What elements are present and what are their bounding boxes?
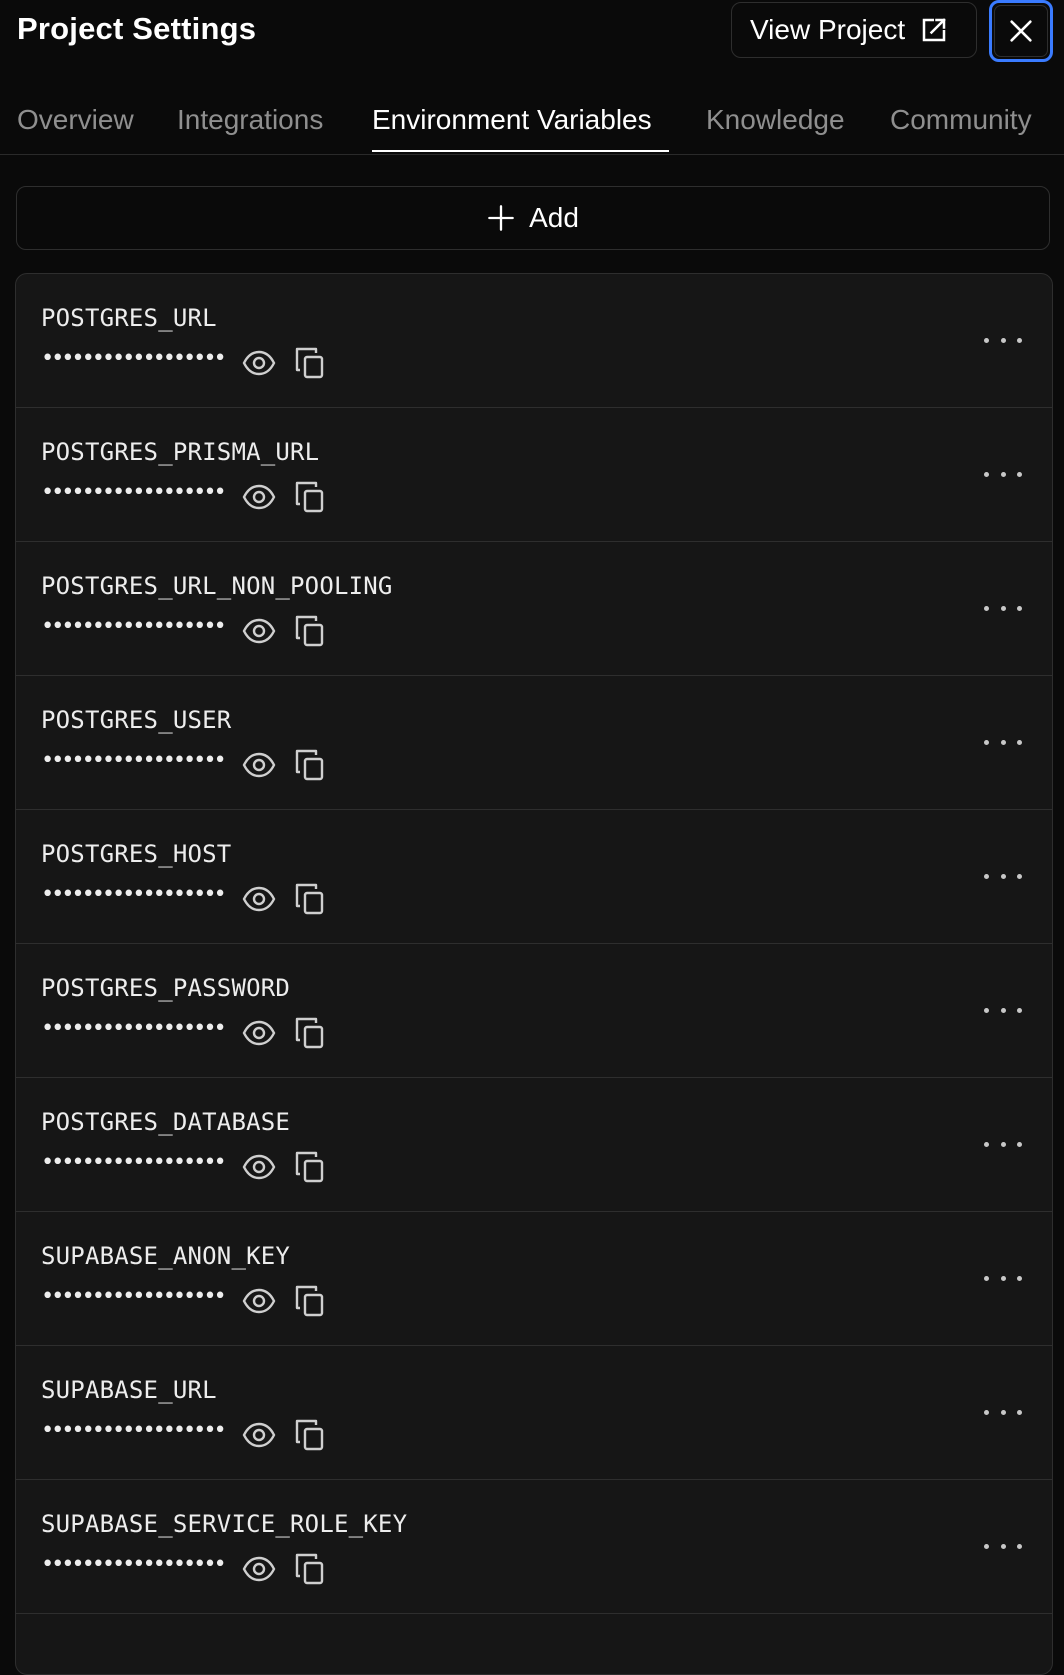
copy-icon[interactable] bbox=[294, 1150, 326, 1184]
more-horizontal-icon[interactable] bbox=[984, 460, 1022, 488]
masked-value: •••••••••••••••••• bbox=[41, 1284, 227, 1309]
variable-name: SUPABASE_URL bbox=[41, 1376, 217, 1404]
eye-icon[interactable] bbox=[242, 1420, 276, 1450]
tab-knowledge[interactable]: Knowledge bbox=[706, 104, 845, 136]
env-variable-row: POSTGRES_URL •••••••••••••••••• bbox=[16, 274, 1052, 408]
eye-icon[interactable] bbox=[242, 482, 276, 512]
eye-icon[interactable] bbox=[242, 616, 276, 646]
tab-overview[interactable]: Overview bbox=[17, 104, 134, 136]
copy-icon[interactable] bbox=[294, 480, 326, 514]
masked-value: •••••••••••••••••• bbox=[41, 882, 227, 907]
settings-tabs: Overview Integrations Environment Variab… bbox=[0, 96, 1064, 155]
more-horizontal-icon[interactable] bbox=[984, 1398, 1022, 1426]
more-horizontal-icon[interactable] bbox=[984, 1130, 1022, 1158]
variable-name: POSTGRES_USER bbox=[41, 706, 232, 734]
more-horizontal-icon[interactable] bbox=[984, 996, 1022, 1024]
env-variable-row: SUPABASE_SERVICE_ROLE_KEY ••••••••••••••… bbox=[16, 1480, 1052, 1614]
page-title: Project Settings bbox=[17, 11, 257, 46]
copy-icon[interactable] bbox=[294, 1016, 326, 1050]
copy-icon[interactable] bbox=[294, 1418, 326, 1452]
eye-icon[interactable] bbox=[242, 884, 276, 914]
variable-name: POSTGRES_HOST bbox=[41, 840, 232, 868]
variable-name: POSTGRES_URL bbox=[41, 304, 217, 332]
env-variable-row: POSTGRES_PRISMA_URL •••••••••••••••••• bbox=[16, 408, 1052, 542]
copy-icon[interactable] bbox=[294, 1552, 326, 1586]
tab-community[interactable]: Community bbox=[890, 104, 1032, 136]
copy-icon[interactable] bbox=[294, 1284, 326, 1318]
more-horizontal-icon[interactable] bbox=[984, 1532, 1022, 1560]
masked-value: •••••••••••••••••• bbox=[41, 1016, 227, 1041]
env-variable-list: POSTGRES_URL •••••••••••••••••• POSTGRES… bbox=[15, 273, 1053, 1675]
masked-value: •••••••••••••••••• bbox=[41, 480, 227, 505]
close-button[interactable] bbox=[989, 0, 1053, 62]
dialog-header: Project Settings View Project bbox=[0, 0, 1064, 62]
active-tab-indicator bbox=[372, 150, 669, 152]
tab-environment-variables[interactable]: Environment Variables bbox=[372, 104, 652, 136]
eye-icon[interactable] bbox=[242, 1018, 276, 1048]
env-variable-row: POSTGRES_DATABASE •••••••••••••••••• bbox=[16, 1078, 1052, 1212]
env-variable-row: POSTGRES_USER •••••••••••••••••• bbox=[16, 676, 1052, 810]
env-variable-row: SUPABASE_ANON_KEY •••••••••••••••••• bbox=[16, 1212, 1052, 1346]
masked-value: •••••••••••••••••• bbox=[41, 1418, 227, 1443]
masked-value: •••••••••••••••••• bbox=[41, 1150, 227, 1175]
variable-name: SUPABASE_SERVICE_ROLE_KEY bbox=[41, 1510, 408, 1538]
external-link-icon bbox=[922, 18, 946, 42]
close-icon bbox=[1010, 20, 1032, 42]
more-horizontal-icon[interactable] bbox=[984, 594, 1022, 622]
more-horizontal-icon[interactable] bbox=[984, 1264, 1022, 1292]
add-button-label: Add bbox=[529, 202, 579, 233]
more-horizontal-icon[interactable] bbox=[984, 862, 1022, 890]
more-horizontal-icon[interactable] bbox=[984, 326, 1022, 354]
masked-value: •••••••••••••••••• bbox=[41, 748, 227, 773]
copy-icon[interactable] bbox=[294, 748, 326, 782]
copy-icon[interactable] bbox=[294, 882, 326, 916]
eye-icon[interactable] bbox=[242, 1152, 276, 1182]
tab-integrations[interactable]: Integrations bbox=[177, 104, 323, 136]
variable-name: POSTGRES_DATABASE bbox=[41, 1108, 291, 1136]
eye-icon[interactable] bbox=[242, 1286, 276, 1316]
env-variable-row: POSTGRES_URL_NON_POOLING •••••••••••••••… bbox=[16, 542, 1052, 676]
add-variable-button[interactable]: Add bbox=[16, 186, 1050, 250]
copy-icon[interactable] bbox=[294, 346, 326, 380]
plus-icon bbox=[488, 205, 514, 231]
eye-icon[interactable] bbox=[242, 348, 276, 378]
eye-icon[interactable] bbox=[242, 750, 276, 780]
masked-value: •••••••••••••••••• bbox=[41, 614, 227, 639]
masked-value: •••••••••••••••••• bbox=[41, 346, 227, 371]
variable-name: POSTGRES_PASSWORD bbox=[41, 974, 291, 1002]
variable-name: POSTGRES_PRISMA_URL bbox=[41, 438, 320, 466]
env-variable-row: SUPABASE_URL •••••••••••••••••• bbox=[16, 1346, 1052, 1480]
variable-name: SUPABASE_ANON_KEY bbox=[41, 1242, 291, 1270]
view-project-label: View Project bbox=[750, 14, 906, 45]
copy-icon[interactable] bbox=[294, 614, 326, 648]
masked-value: •••••••••••••••••• bbox=[41, 1552, 227, 1577]
variable-name: POSTGRES_URL_NON_POOLING bbox=[41, 572, 393, 600]
view-project-button[interactable]: View Project bbox=[731, 2, 977, 58]
more-horizontal-icon[interactable] bbox=[984, 728, 1022, 756]
eye-icon[interactable] bbox=[242, 1554, 276, 1584]
env-variable-row: POSTGRES_HOST •••••••••••••••••• bbox=[16, 810, 1052, 944]
env-variable-row: POSTGRES_PASSWORD •••••••••••••••••• bbox=[16, 944, 1052, 1078]
